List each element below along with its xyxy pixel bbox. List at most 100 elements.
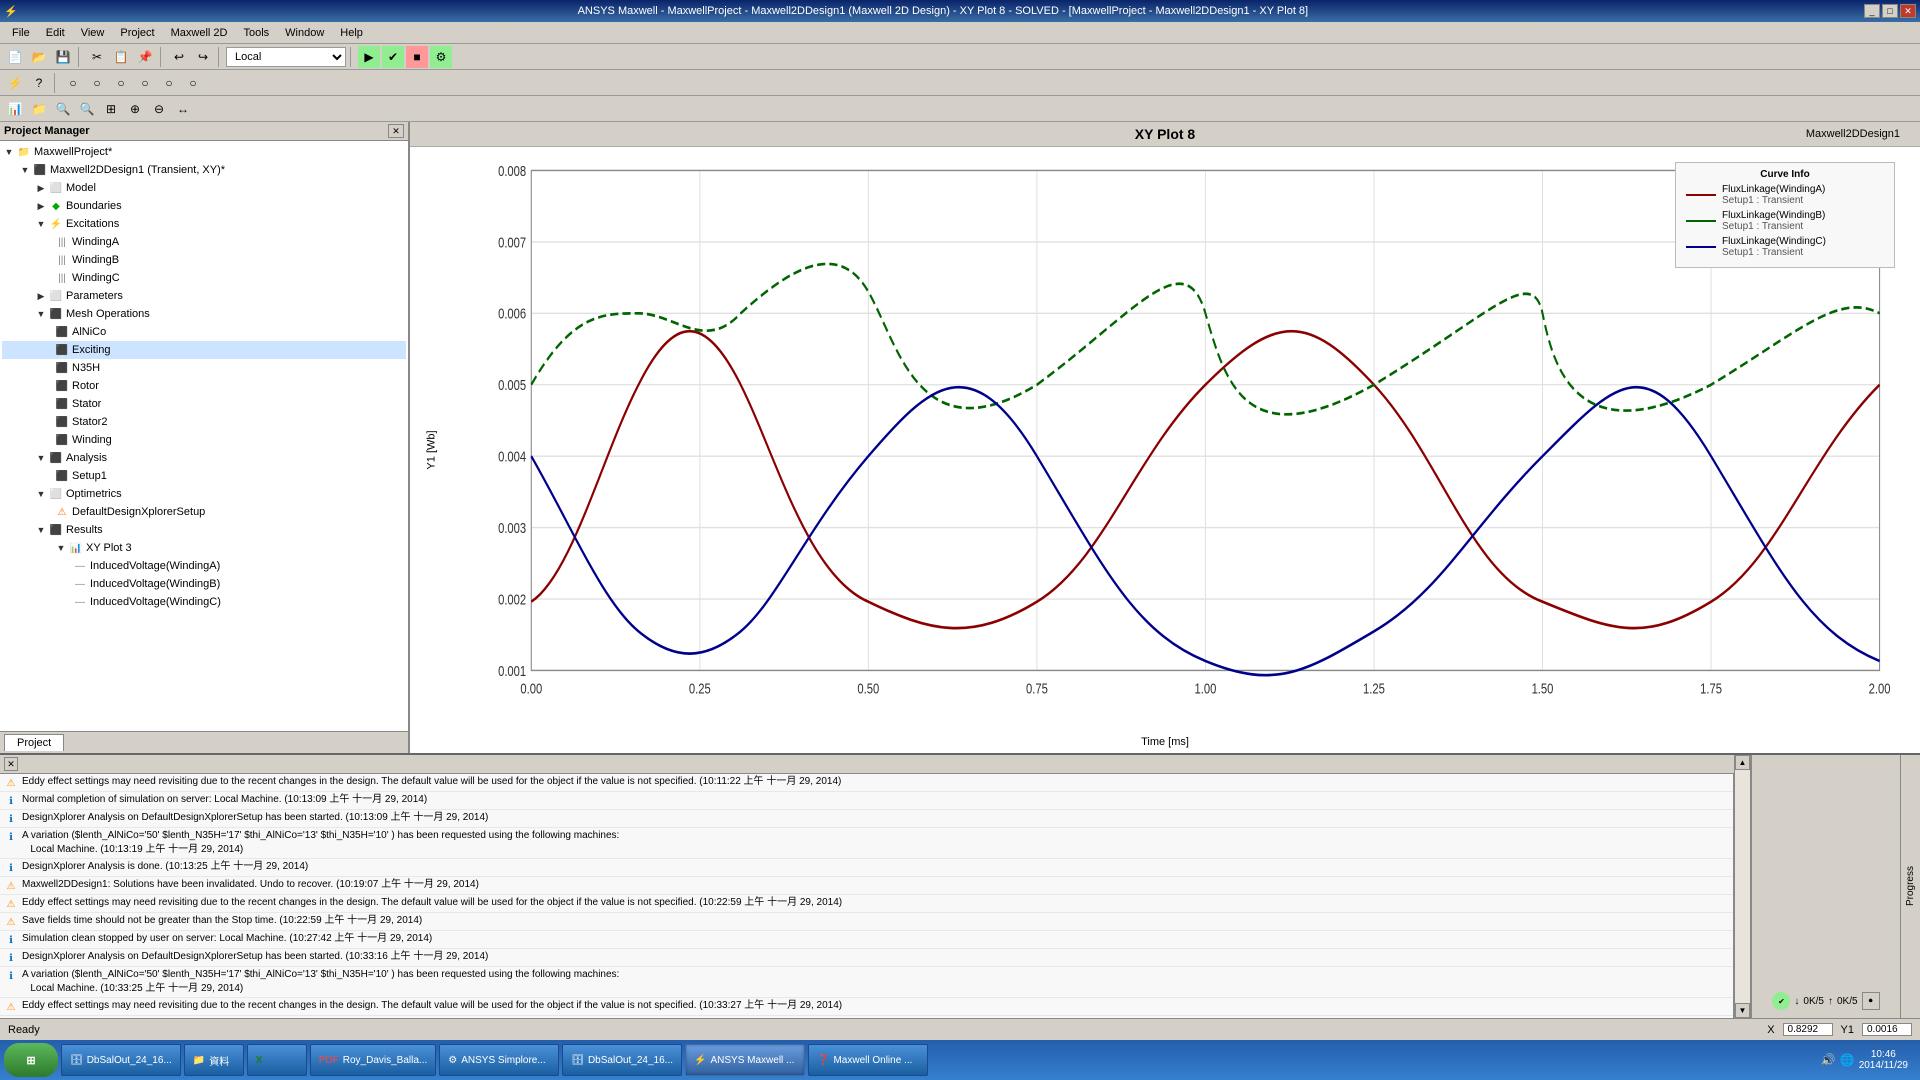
tree-item-excitations[interactable]: ▼ ⚡ Excitations — [2, 215, 406, 233]
tb3-btn6[interactable]: ⊕ — [124, 98, 146, 120]
menu-tools[interactable]: Tools — [235, 25, 277, 41]
expand-icon[interactable]: ▼ — [34, 451, 48, 465]
undo-button[interactable]: ↩ — [168, 46, 190, 68]
menu-file[interactable]: File — [4, 25, 38, 41]
tree-item-maxwellproject[interactable]: ▼ 📁 MaxwellProject* — [2, 143, 406, 161]
save-button[interactable]: 💾 — [52, 46, 74, 68]
taskbar-item-7[interactable]: ⚡ ANSYS Maxwell ... — [685, 1044, 805, 1076]
taskbar-item-8[interactable]: ❓ Maxwell Online ... — [808, 1044, 928, 1076]
start-button[interactable]: ⊞ — [4, 1043, 58, 1077]
progress-btn[interactable]: ⏺ — [1862, 992, 1880, 1010]
tree-item-n35h[interactable]: ⬛ N35H — [2, 359, 406, 377]
message-panel[interactable]: ⚠ Eddy effect settings may need revisiti… — [0, 774, 1734, 1018]
tree-item-optimetrics[interactable]: ▼ ⬜ Optimetrics — [2, 485, 406, 503]
tb2-btn7[interactable]: ○ — [158, 72, 180, 94]
menu-help[interactable]: Help — [332, 25, 371, 41]
menu-view[interactable]: View — [73, 25, 113, 41]
tree-item-windingB[interactable]: ||| WindingB — [2, 251, 406, 269]
expand-icon[interactable]: ▼ — [54, 541, 68, 555]
tb2-btn8[interactable]: ○ — [182, 72, 204, 94]
expand-icon[interactable]: ▶ — [34, 181, 48, 195]
analyze-button[interactable]: ⚙ — [430, 46, 452, 68]
tree-item-setup1[interactable]: ⬛ Setup1 — [2, 467, 406, 485]
tree-label: Stator2 — [72, 416, 107, 428]
tree-item-design[interactable]: ▼ ⬛ Maxwell2DDesign1 (Transient, XY)* — [2, 161, 406, 179]
paste-button[interactable]: 📌 — [134, 46, 156, 68]
menu-maxwell2d[interactable]: Maxwell 2D — [163, 25, 236, 41]
tree-item-windingA[interactable]: ||| WindingA — [2, 233, 406, 251]
open-button[interactable]: 📂 — [28, 46, 50, 68]
tree-item-rotor[interactable]: ⬛ Rotor — [2, 377, 406, 395]
project-tree[interactable]: ▼ 📁 MaxwellProject* ▼ ⬛ Maxwell2DDesign1… — [0, 141, 408, 731]
tb2-btn1[interactable]: ⚡ — [4, 72, 26, 94]
expand-icon[interactable]: ▼ — [34, 307, 48, 321]
tree-item-xyplot3[interactable]: ▼ 📊 XY Plot 3 — [2, 539, 406, 557]
tree-label: InducedVoltage(WindingA) — [90, 560, 220, 572]
tb3-btn1[interactable]: 📊 — [4, 98, 26, 120]
project-tab[interactable]: Project — [4, 734, 64, 751]
tree-item-results[interactable]: ▼ ⬛ Results — [2, 521, 406, 539]
tb2-btn3[interactable]: ○ — [62, 72, 84, 94]
minimize-button[interactable]: _ — [1864, 4, 1880, 18]
restore-button[interactable]: □ — [1882, 4, 1898, 18]
tb3-btn8[interactable]: ↔ — [172, 98, 194, 120]
taskbar-item-3[interactable]: X — [247, 1044, 307, 1076]
validate-button[interactable]: ✔ — [382, 46, 404, 68]
expand-icon[interactable]: ▼ — [18, 163, 32, 177]
tree-item-stator[interactable]: ⬛ Stator — [2, 395, 406, 413]
tree-item-stator2[interactable]: ⬛ Stator2 — [2, 413, 406, 431]
tree-item-indvA[interactable]: — InducedVoltage(WindingA) — [2, 557, 406, 575]
expand-icon[interactable]: ▶ — [34, 289, 48, 303]
clock-display[interactable]: 10:46 2014/11/29 — [1859, 1049, 1908, 1071]
tree-item-winding[interactable]: ⬛ Winding — [2, 431, 406, 449]
expand-icon[interactable]: ▼ — [34, 487, 48, 501]
tree-item-boundaries[interactable]: ▶ ◆ Boundaries — [2, 197, 406, 215]
tree-item-indvB[interactable]: — InducedVoltage(WindingB) — [2, 575, 406, 593]
copy-button[interactable]: 📋 — [110, 46, 132, 68]
tb2-btn2[interactable]: ? — [28, 72, 50, 94]
scroll-down-button[interactable]: ▼ — [1735, 1003, 1750, 1018]
taskbar-item-5[interactable]: ⚙ ANSYS Simplore... — [439, 1044, 559, 1076]
zoom-in-button[interactable]: 🔍 — [52, 98, 74, 120]
menu-window[interactable]: Window — [277, 25, 332, 41]
tree-item-model[interactable]: ▶ ⬜ Model — [2, 179, 406, 197]
tb2-btn5[interactable]: ○ — [110, 72, 132, 94]
expand-icon[interactable]: ▼ — [34, 523, 48, 537]
new-button[interactable]: 📄 — [4, 46, 26, 68]
tree-item-indvC[interactable]: — InducedVoltage(WindingC) — [2, 593, 406, 611]
scroll-up-button[interactable]: ▲ — [1735, 755, 1750, 770]
tb2-btn6[interactable]: ○ — [134, 72, 156, 94]
excel-icon: X — [256, 1055, 263, 1066]
tree-item-ddxsetup[interactable]: ⚠ DefaultDesignXplorerSetup — [2, 503, 406, 521]
taskbar-item-2[interactable]: 📁 資料 — [184, 1044, 244, 1076]
stop-button[interactable]: ■ — [406, 46, 428, 68]
tree-item-parameters[interactable]: ▶ ⬜ Parameters — [2, 287, 406, 305]
tb2-btn4[interactable]: ○ — [86, 72, 108, 94]
tree-item-windingC[interactable]: ||| WindingC — [2, 269, 406, 287]
taskbar-item-6[interactable]: 🗄 DbSalOut_24_16... — [562, 1044, 682, 1076]
tb3-btn5[interactable]: ⊞ — [100, 98, 122, 120]
message-scrollbar[interactable]: ▲ ▼ — [1734, 755, 1750, 1018]
menu-project[interactable]: Project — [112, 25, 162, 41]
expand-icon[interactable]: ▼ — [34, 217, 48, 231]
zoom-out-button[interactable]: 🔍 — [76, 98, 98, 120]
taskbar-item-4[interactable]: PDF Roy_Davis_Balla... — [310, 1044, 436, 1076]
run-button[interactable]: ▶ — [358, 46, 380, 68]
tree-item-analysis[interactable]: ▼ ⬛ Analysis — [2, 449, 406, 467]
context-dropdown[interactable]: Local — [226, 47, 346, 67]
tree-item-mesh[interactable]: ▼ ⬛ Mesh Operations — [2, 305, 406, 323]
window-controls[interactable]: _ □ ✕ — [1864, 4, 1916, 18]
tb3-btn2[interactable]: 📁 — [28, 98, 50, 120]
tree-item-alnico[interactable]: ⬛ AlNiCo — [2, 323, 406, 341]
pm-close-button[interactable]: ✕ — [388, 124, 404, 138]
close-button[interactable]: ✕ — [1900, 4, 1916, 18]
tb3-btn7[interactable]: ⊖ — [148, 98, 170, 120]
expand-icon[interactable]: ▶ — [34, 199, 48, 213]
redo-button[interactable]: ↪ — [192, 46, 214, 68]
cut-button[interactable]: ✂ — [86, 46, 108, 68]
close-messages-button[interactable]: ✕ — [4, 757, 18, 771]
tree-item-exciting[interactable]: ⬛ Exciting — [2, 341, 406, 359]
menu-edit[interactable]: Edit — [38, 25, 73, 41]
taskbar-item-1[interactable]: 🗄 DbSalOut_24_16... — [61, 1044, 181, 1076]
expand-icon[interactable]: ▼ — [2, 145, 16, 159]
